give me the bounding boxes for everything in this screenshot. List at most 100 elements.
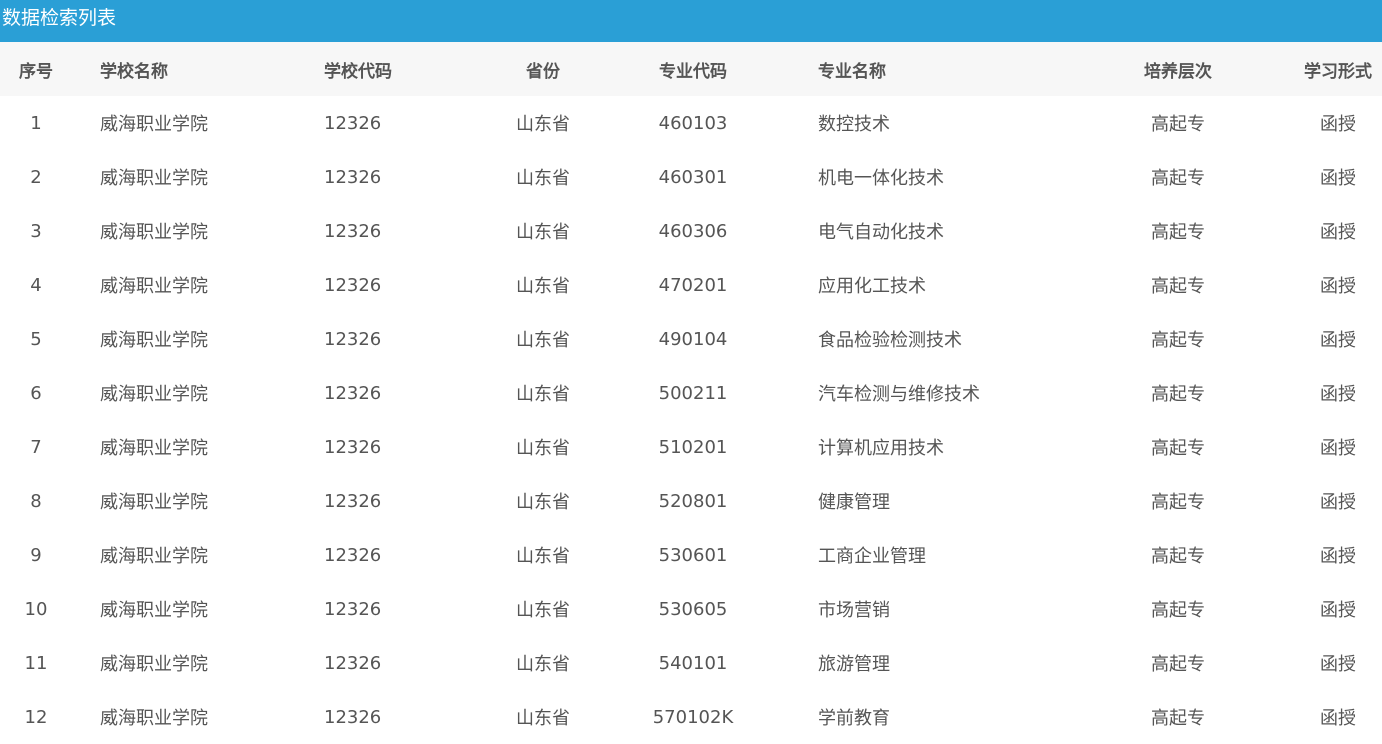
column-header-school-name: 学校名称 bbox=[100, 61, 168, 82]
cell-major-code: 500211 bbox=[658, 382, 728, 404]
cell-school-name: 威海职业学院 bbox=[100, 546, 208, 567]
cell-study-form: 函授 bbox=[1320, 492, 1356, 513]
cell-seq: 9 bbox=[30, 544, 42, 566]
cell-school-code: 12326 bbox=[324, 274, 382, 296]
table-header-row: 序号 学校名称 学校代码 省份 专业代码 专业名称 培养层次 学习形式 bbox=[0, 42, 1382, 96]
cell-level: 高起专 bbox=[1151, 384, 1205, 405]
cell-province: 山东省 bbox=[516, 384, 570, 405]
cell-school-code: 12326 bbox=[324, 166, 382, 188]
cell-province: 山东省 bbox=[516, 546, 570, 567]
cell-study-form: 函授 bbox=[1320, 222, 1356, 243]
cell-school-code: 12326 bbox=[324, 220, 382, 242]
table-row: 10 威海职业学院 12326 山东省 530605 市场营销 高起专 函授 bbox=[0, 582, 1382, 636]
column-header-school-code: 学校代码 bbox=[324, 61, 392, 82]
cell-major-name: 汽车检测与维修技术 bbox=[818, 384, 980, 405]
table-row: 2 威海职业学院 12326 山东省 460301 机电一体化技术 高起专 函授 bbox=[0, 150, 1382, 204]
cell-province: 山东省 bbox=[516, 222, 570, 243]
table-row: 9 威海职业学院 12326 山东省 530601 工商企业管理 高起专 函授 bbox=[0, 528, 1382, 582]
table-row: 7 威海职业学院 12326 山东省 510201 计算机应用技术 高起专 函授 bbox=[0, 420, 1382, 474]
table-row: 12 威海职业学院 12326 山东省 570102K 学前教育 高起专 函授 bbox=[0, 690, 1382, 744]
cell-level: 高起专 bbox=[1151, 546, 1205, 567]
cell-major-name: 工商企业管理 bbox=[818, 546, 926, 567]
cell-school-name: 威海职业学院 bbox=[100, 114, 208, 135]
cell-major-name: 食品检验检测技术 bbox=[818, 330, 962, 351]
cell-level: 高起专 bbox=[1151, 330, 1205, 351]
page-title: 数据检索列表 bbox=[0, 0, 1382, 42]
table-body: 1 威海职业学院 12326 山东省 460103 数控技术 高起专 函授 2 威海职业学院 123… bbox=[0, 96, 1382, 744]
cell-province: 山东省 bbox=[516, 708, 570, 729]
cell-school-name: 威海职业学院 bbox=[100, 438, 208, 459]
cell-school-code: 12326 bbox=[324, 544, 382, 566]
cell-major-name: 数控技术 bbox=[818, 114, 890, 135]
cell-major-name: 应用化工技术 bbox=[818, 276, 926, 297]
cell-major-code: 540101 bbox=[658, 652, 728, 674]
table-row: 4 威海职业学院 12326 山东省 470201 应用化工技术 高起专 函授 bbox=[0, 258, 1382, 312]
cell-major-code: 470201 bbox=[658, 274, 728, 296]
cell-level: 高起专 bbox=[1151, 168, 1205, 189]
table-row: 1 威海职业学院 12326 山东省 460103 数控技术 高起专 函授 bbox=[0, 96, 1382, 150]
cell-major-code: 460103 bbox=[658, 112, 728, 134]
column-header-seq: 序号 bbox=[19, 61, 53, 82]
cell-study-form: 函授 bbox=[1320, 114, 1356, 135]
cell-school-code: 12326 bbox=[324, 490, 382, 512]
cell-study-form: 函授 bbox=[1320, 708, 1356, 729]
cell-major-name: 市场营销 bbox=[818, 600, 890, 621]
cell-province: 山东省 bbox=[516, 438, 570, 459]
table-row: 5 威海职业学院 12326 山东省 490104 食品检验检测技术 高起专 函授 bbox=[0, 312, 1382, 366]
cell-school-name: 威海职业学院 bbox=[100, 222, 208, 243]
cell-level: 高起专 bbox=[1151, 492, 1205, 513]
cell-seq: 4 bbox=[30, 274, 42, 296]
cell-school-name: 威海职业学院 bbox=[100, 708, 208, 729]
cell-province: 山东省 bbox=[516, 114, 570, 135]
cell-major-code: 570102K bbox=[652, 706, 734, 728]
cell-school-code: 12326 bbox=[324, 706, 382, 728]
cell-school-name: 威海职业学院 bbox=[100, 276, 208, 297]
results-table: 序号 学校名称 学校代码 省份 专业代码 专业名称 培养层次 学习形式 1 威海职… bbox=[0, 42, 1382, 744]
cell-major-code: 460306 bbox=[658, 220, 728, 242]
cell-seq: 10 bbox=[24, 598, 48, 620]
cell-seq: 2 bbox=[30, 166, 42, 188]
cell-major-name: 电气自动化技术 bbox=[818, 222, 944, 243]
cell-major-name: 机电一体化技术 bbox=[818, 168, 944, 189]
cell-seq: 8 bbox=[30, 490, 42, 512]
cell-school-name: 威海职业学院 bbox=[100, 384, 208, 405]
cell-major-name: 学前教育 bbox=[818, 708, 890, 729]
cell-province: 山东省 bbox=[516, 600, 570, 621]
column-header-study-form: 学习形式 bbox=[1304, 61, 1372, 82]
cell-study-form: 函授 bbox=[1320, 384, 1356, 405]
table-row: 8 威海职业学院 12326 山东省 520801 健康管理 高起专 函授 bbox=[0, 474, 1382, 528]
cell-study-form: 函授 bbox=[1320, 546, 1356, 567]
cell-seq: 1 bbox=[30, 112, 42, 134]
cell-major-name: 健康管理 bbox=[818, 492, 890, 513]
cell-level: 高起专 bbox=[1151, 114, 1205, 135]
cell-seq: 5 bbox=[30, 328, 42, 350]
cell-seq: 3 bbox=[30, 220, 42, 242]
cell-study-form: 函授 bbox=[1320, 168, 1356, 189]
table-row: 6 威海职业学院 12326 山东省 500211 汽车检测与维修技术 高起专 函授 bbox=[0, 366, 1382, 420]
column-header-major-name: 专业名称 bbox=[818, 61, 886, 82]
cell-level: 高起专 bbox=[1151, 438, 1205, 459]
cell-school-code: 12326 bbox=[324, 652, 382, 674]
cell-province: 山东省 bbox=[516, 330, 570, 351]
cell-level: 高起专 bbox=[1151, 600, 1205, 621]
cell-school-code: 12326 bbox=[324, 598, 382, 620]
cell-major-name: 计算机应用技术 bbox=[818, 438, 944, 459]
table-row: 11 威海职业学院 12326 山东省 540101 旅游管理 高起专 函授 bbox=[0, 636, 1382, 690]
table-row: 3 威海职业学院 12326 山东省 460306 电气自动化技术 高起专 函授 bbox=[0, 204, 1382, 258]
cell-major-name: 旅游管理 bbox=[818, 654, 890, 675]
cell-study-form: 函授 bbox=[1320, 600, 1356, 621]
column-header-province: 省份 bbox=[526, 61, 560, 82]
cell-level: 高起专 bbox=[1151, 708, 1205, 729]
column-header-level: 培养层次 bbox=[1144, 61, 1212, 82]
cell-major-code: 510201 bbox=[658, 436, 728, 458]
cell-level: 高起专 bbox=[1151, 654, 1205, 675]
cell-province: 山东省 bbox=[516, 654, 570, 675]
cell-school-code: 12326 bbox=[324, 382, 382, 404]
cell-level: 高起专 bbox=[1151, 276, 1205, 297]
cell-major-code: 530605 bbox=[658, 598, 728, 620]
cell-study-form: 函授 bbox=[1320, 654, 1356, 675]
cell-major-code: 490104 bbox=[658, 328, 728, 350]
cell-school-name: 威海职业学院 bbox=[100, 492, 208, 513]
cell-province: 山东省 bbox=[516, 168, 570, 189]
cell-school-code: 12326 bbox=[324, 112, 382, 134]
